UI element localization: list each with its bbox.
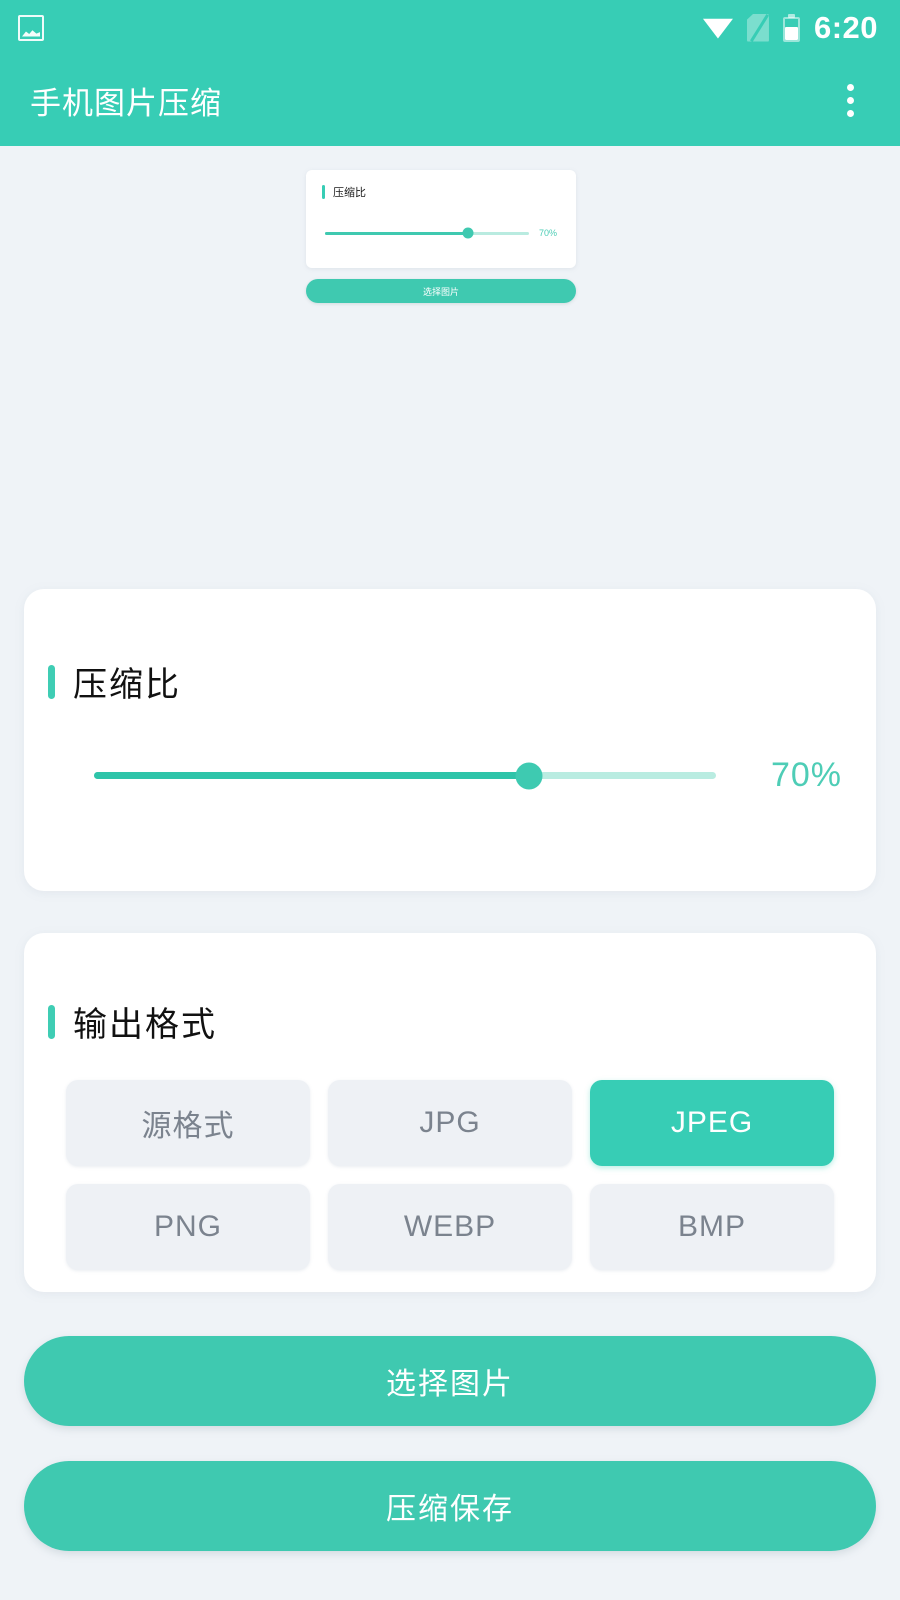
mini-preview-card-title: 压缩比 xyxy=(333,187,366,199)
page-title: 手机图片压缩 xyxy=(30,86,222,121)
format-option-png[interactable]: PNG xyxy=(66,1184,310,1270)
compression-ratio-value: 70% xyxy=(770,756,842,794)
mini-preview-pick-image-button[interactable]: 选择图片 xyxy=(306,279,576,303)
wifi-icon xyxy=(702,18,733,39)
output-format-header: 输出格式 xyxy=(24,933,876,1046)
mini-preview-ratio-card: 压缩比 70% xyxy=(306,170,576,268)
format-option-source[interactable]: 源格式 xyxy=(66,1080,310,1166)
battery-icon xyxy=(782,13,800,42)
mini-preview: 压缩比 70% 选择图片 xyxy=(306,170,576,303)
accent-bar-icon xyxy=(322,185,325,199)
app-screen: 6:20 手机图片压缩 压缩比 70% 选择图片 压缩比 70% 输出格式 源格… xyxy=(0,0,900,1600)
accent-bar-icon xyxy=(48,1004,55,1039)
status-bar-system-icons: 6:20 xyxy=(702,10,878,45)
mini-preview-slider-thumb[interactable] xyxy=(462,227,474,239)
mini-preview-card-header: 压缩比 xyxy=(322,184,560,200)
image-icon xyxy=(18,14,44,41)
compression-ratio-header: 压缩比 xyxy=(24,589,876,706)
output-format-title: 输出格式 xyxy=(73,1006,217,1044)
mini-preview-slider[interactable] xyxy=(325,227,529,239)
compression-ratio-slider[interactable] xyxy=(94,762,716,789)
more-vertical-icon[interactable] xyxy=(828,79,872,123)
format-option-jpg[interactable]: JPG xyxy=(328,1080,572,1166)
status-bar: 6:20 xyxy=(0,0,900,55)
compress-save-button[interactable]: 压缩保存 xyxy=(24,1461,876,1551)
format-option-bmp[interactable]: BMP xyxy=(590,1184,834,1270)
status-bar-clock: 6:20 xyxy=(813,10,878,45)
slider-fill xyxy=(94,772,530,779)
compression-ratio-title: 压缩比 xyxy=(73,666,181,704)
mini-preview-slider-row: 70% xyxy=(322,227,560,239)
compression-ratio-slider-row: 70% xyxy=(24,706,876,795)
mini-preview-percent-label: 70% xyxy=(538,228,557,238)
format-option-jpeg[interactable]: JPEG xyxy=(590,1080,834,1166)
no-sim-icon xyxy=(746,13,769,42)
accent-bar-icon xyxy=(48,664,55,699)
format-option-webp[interactable]: WEBP xyxy=(328,1184,572,1270)
pick-image-button[interactable]: 选择图片 xyxy=(24,1336,876,1426)
compression-ratio-card: 压缩比 70% xyxy=(24,589,876,891)
status-bar-notifications xyxy=(18,14,44,41)
output-format-grid: 源格式 JPG JPEG PNG WEBP BMP xyxy=(24,1046,876,1270)
slider-thumb[interactable] xyxy=(515,762,543,789)
output-format-card: 输出格式 源格式 JPG JPEG PNG WEBP BMP xyxy=(24,933,876,1292)
app-bar: 手机图片压缩 xyxy=(0,55,900,146)
